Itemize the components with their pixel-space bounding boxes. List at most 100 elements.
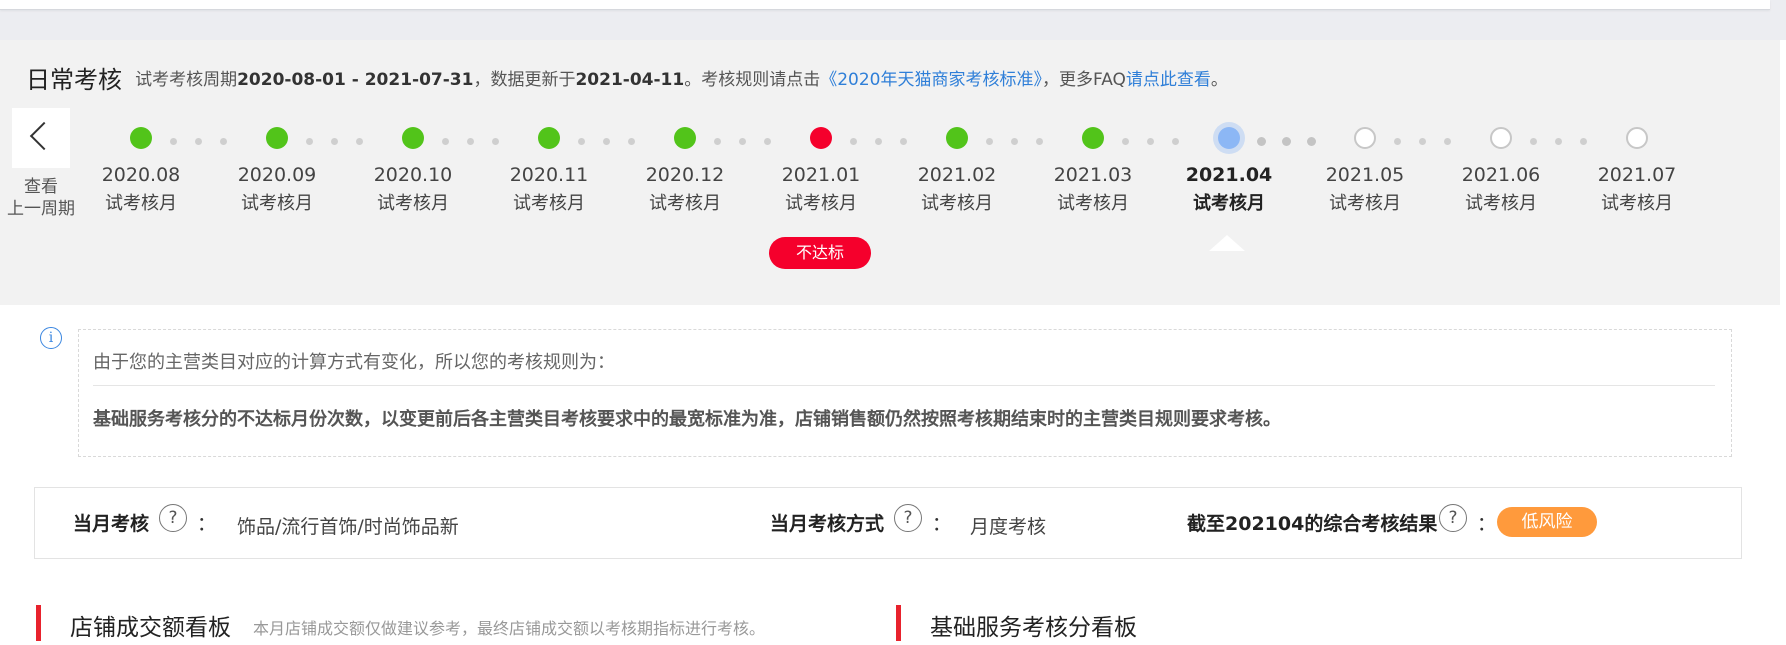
- timeline-connector-dot: [764, 138, 771, 145]
- assessment-method-value: 月度考核: [970, 516, 1047, 538]
- month-type-label: 试考核月: [105, 193, 177, 214]
- month-status-dot-pass[interactable]: [402, 127, 424, 149]
- sales-board-note: 本月店铺成交额仅做建议参考，最终店铺成交额以考核期指标进行考核。: [253, 619, 766, 638]
- page-title: 日常考核: [26, 66, 122, 94]
- timeline-connector-dot: [1580, 138, 1587, 145]
- month-status-dot-pass[interactable]: [946, 127, 968, 149]
- month-label[interactable]: 2020.11: [494, 163, 604, 187]
- current-category-value: 饰品/流行首饰/时尚饰品新: [237, 516, 459, 538]
- timeline-connector-dot: [578, 138, 585, 145]
- current-month-pointer: [1209, 235, 1245, 251]
- month-status-dot-pass[interactable]: [1082, 127, 1104, 149]
- timeline-connector-dot: [1555, 138, 1562, 145]
- month-status-dot-pass[interactable]: [674, 127, 696, 149]
- timeline-connector-dot: [1122, 138, 1129, 145]
- timeline-connector-dot: [603, 138, 610, 145]
- month-label[interactable]: 2021.06: [1446, 163, 1556, 187]
- timeline-connector-dot: [1257, 137, 1266, 146]
- month-label[interactable]: 2021.02: [902, 163, 1012, 187]
- timeline-connector-dot: [739, 138, 746, 145]
- top-strip: [0, 0, 1786, 40]
- month-type-label: 试考核月: [921, 193, 993, 214]
- help-icon[interactable]: ?: [159, 504, 187, 532]
- month-type-label: 试考核月: [513, 193, 585, 214]
- timeline-connector-dot: [1172, 138, 1179, 145]
- assessment-period: 2020-08-01 - 2021-07-31: [237, 70, 474, 90]
- timeline-connector-dot: [331, 138, 338, 145]
- month-type-label: 试考核月: [241, 193, 313, 214]
- month-status-dot-fail[interactable]: [810, 127, 832, 149]
- month-label[interactable]: 2020.10: [358, 163, 468, 187]
- month-status-dot-current[interactable]: [1218, 127, 1240, 149]
- help-icon[interactable]: ?: [1439, 504, 1467, 532]
- timeline-connector-dot: [850, 138, 857, 145]
- timeline-connector-dot: [195, 138, 202, 145]
- month-type-label: 试考核月: [1601, 193, 1673, 214]
- month-label[interactable]: 2020.12: [630, 163, 740, 187]
- timeline-connector-dot: [220, 138, 227, 145]
- month-type-label: 试考核月: [1057, 193, 1129, 214]
- timeline-connector-dot: [492, 138, 499, 145]
- timeline-connector-dot: [467, 138, 474, 145]
- info-icon: i: [40, 327, 62, 349]
- month-label[interactable]: 2020.08: [86, 163, 196, 187]
- timeline-connector-dot: [1011, 138, 1018, 145]
- month-status-dot-pass[interactable]: [266, 127, 288, 149]
- rule-notice-box: 由于您的主营类目对应的计算方式有变化，所以您的考核规则为： 基础服务考核分的不达…: [78, 329, 1732, 457]
- month-status-dot-future[interactable]: [1490, 127, 1512, 149]
- timeline-connector-dot: [442, 138, 449, 145]
- timeline-connector-dot: [1036, 138, 1043, 145]
- month-label[interactable]: 2021.01: [766, 163, 876, 187]
- month-status-dot-pass[interactable]: [538, 127, 560, 149]
- section-accent-bar: [896, 605, 901, 641]
- month-type-label: 试考核月: [649, 193, 721, 214]
- timeline-connector-dot: [1444, 138, 1451, 145]
- timeline-connector-dot: [1419, 138, 1426, 145]
- month-type-label: 试考核月: [785, 193, 857, 214]
- previous-period-label[interactable]: 查看 上一周期: [0, 176, 82, 220]
- month-label[interactable]: 2021.07: [1582, 163, 1692, 187]
- update-date: 2021-04-11: [575, 70, 685, 90]
- month-type-label: 试考核月: [1329, 193, 1401, 214]
- fail-status-badge: 不达标: [769, 237, 871, 269]
- faq-link[interactable]: 请点此查看: [1126, 70, 1211, 90]
- timeline-connector-dot: [356, 138, 363, 145]
- timeline-connector-dot: [1394, 138, 1401, 145]
- timeline-connector-dot: [628, 138, 635, 145]
- section-accent-bar: [36, 605, 41, 641]
- timeline-connector-dot: [714, 138, 721, 145]
- current-category-label: 当月考核: [73, 513, 150, 535]
- month-label[interactable]: 2021.05: [1310, 163, 1420, 187]
- assessment-heading: 日常考核 试考考核周期2020-08-01 - 2021-07-31，数据更新于…: [26, 60, 1228, 95]
- rule-notice-intro: 由于您的主营类目对应的计算方式有变化，所以您的考核规则为：: [93, 352, 615, 373]
- top-card-edge: [0, 0, 1770, 10]
- help-icon[interactable]: ?: [894, 504, 922, 532]
- sales-board-title: 店铺成交额看板: [70, 615, 231, 641]
- risk-level-badge: 低风险: [1497, 507, 1597, 537]
- timeline-connector-dot: [170, 138, 177, 145]
- month-status-dot-future[interactable]: [1354, 127, 1376, 149]
- chevron-left-icon: [29, 121, 59, 151]
- assessment-description: 试考考核周期2020-08-01 - 2021-07-31，数据更新于2021-…: [135, 70, 1228, 90]
- month-label[interactable]: 2020.09: [222, 163, 332, 187]
- overall-result-label: 截至202104的综合考核结果: [1187, 513, 1438, 535]
- rule-notice-detail: 基础服务考核分的不达标月份次数，以变更前后各主营类目考核要求中的最宽标准为准，店…: [93, 409, 1281, 430]
- month-label[interactable]: 2021.04: [1174, 163, 1284, 187]
- month-status-dot-pass[interactable]: [130, 127, 152, 149]
- month-label[interactable]: 2021.03: [1038, 163, 1148, 187]
- timeline-connector-dot: [875, 138, 882, 145]
- rule-standard-link[interactable]: 《2020年天猫商家考核标准》: [820, 70, 1042, 90]
- timeline-connector-dot: [306, 138, 313, 145]
- timeline-connector-dot: [986, 138, 993, 145]
- month-type-label: 试考核月: [1193, 193, 1265, 214]
- rule-notice-divider: [93, 385, 1715, 386]
- previous-period-button[interactable]: [12, 108, 70, 168]
- month-status-dot-future[interactable]: [1626, 127, 1648, 149]
- assessment-method-label: 当月考核方式: [770, 513, 885, 535]
- assessment-status-bar: 当月考核 ? ： 饰品/流行首饰/时尚饰品新 当月考核方式 ? ： 月度考核 截…: [34, 487, 1742, 559]
- timeline-connector-dot: [1147, 138, 1154, 145]
- timeline-connector-dot: [1282, 137, 1291, 146]
- timeline-connector-dot: [900, 138, 907, 145]
- month-type-label: 试考核月: [377, 193, 449, 214]
- service-score-board-title: 基础服务考核分看板: [930, 615, 1137, 641]
